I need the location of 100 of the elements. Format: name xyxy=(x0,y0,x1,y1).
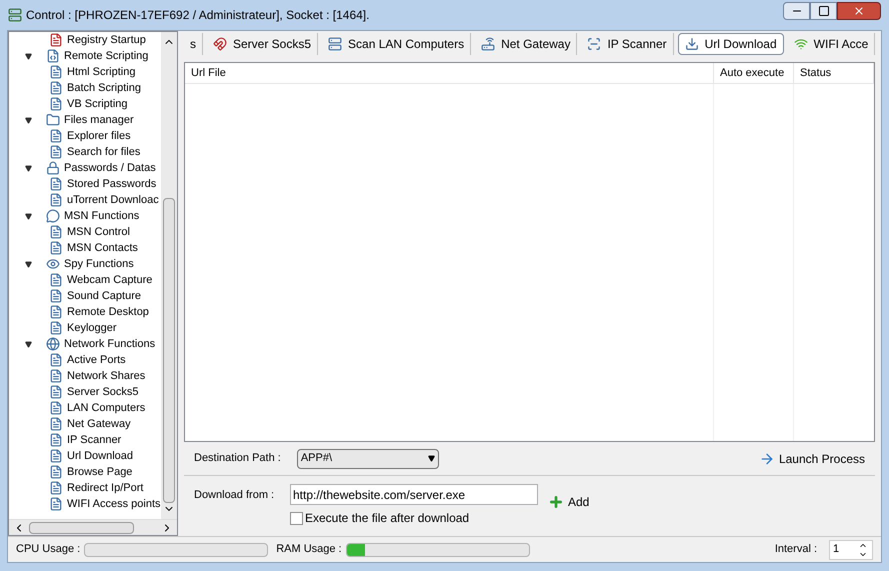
router-icon xyxy=(481,37,496,51)
tree-item[interactable]: Explorer files xyxy=(67,128,131,144)
tab[interactable]: WIFI Acce xyxy=(788,33,875,55)
tree-item[interactable]: Sound Capture xyxy=(67,288,141,304)
document-icon xyxy=(49,225,63,239)
tree-item[interactable]: LAN Computers xyxy=(67,400,146,416)
checkbox-label[interactable]: Execute the file after download xyxy=(305,509,470,527)
document-icon xyxy=(49,129,63,143)
launch-button[interactable]: Launch Process xyxy=(758,450,865,468)
plus-icon xyxy=(548,494,564,510)
tree-group[interactable]: Passwords / Datas xyxy=(64,160,156,176)
tree-item[interactable]: Batch Scripting xyxy=(67,80,141,96)
tree-item[interactable]: VB Scripting xyxy=(67,96,128,112)
document-icon xyxy=(49,241,63,255)
close-button[interactable] xyxy=(837,2,881,20)
tab[interactable]: IP Scanner xyxy=(581,33,674,55)
document-icon xyxy=(49,385,63,399)
tree-item[interactable]: Url Download xyxy=(67,448,134,464)
document-icon xyxy=(49,497,63,511)
tree-item[interactable]: Search for files xyxy=(67,144,140,160)
tree-group[interactable]: Network Functions xyxy=(64,336,156,352)
document-icon xyxy=(49,433,63,447)
expanded-arrow-icon[interactable] xyxy=(25,164,32,172)
interval-spinner[interactable]: 1 xyxy=(829,540,873,560)
column-header[interactable]: Status xyxy=(794,63,874,83)
tree-item[interactable]: Registry Startup xyxy=(67,32,146,48)
expanded-arrow-icon[interactable] xyxy=(25,116,32,124)
column-header[interactable]: Auto execute xyxy=(714,63,794,83)
tab[interactable]: Url Download xyxy=(678,33,784,55)
server-icon xyxy=(8,8,22,22)
tree-group[interactable]: Files manager xyxy=(64,112,134,128)
destination-label: Destination Path : xyxy=(194,451,281,466)
tree-item[interactable]: Remote Desktop xyxy=(67,304,149,320)
tree-item[interactable]: Keylogger xyxy=(67,320,117,336)
add-button[interactable]: Add xyxy=(548,492,590,512)
expanded-arrow-icon[interactable] xyxy=(25,260,32,268)
script-icon xyxy=(46,49,60,63)
download-icon xyxy=(684,37,699,51)
ram-label: RAM Usage : xyxy=(276,542,342,558)
destination-dropdown[interactable]: APP#\ xyxy=(296,448,439,468)
tab[interactable]: Server Socks5 xyxy=(207,33,318,55)
document-icon xyxy=(49,145,63,159)
tree-item[interactable]: Html Scripting xyxy=(67,64,136,80)
wifi-icon xyxy=(794,37,808,51)
scanner-icon xyxy=(587,37,602,51)
document-icon xyxy=(49,65,63,79)
vertical-scrollbar[interactable] xyxy=(161,32,177,519)
document-icon xyxy=(49,401,63,415)
interval-label: Interval : xyxy=(774,542,817,558)
maximize-button[interactable] xyxy=(810,2,837,20)
magnet-icon xyxy=(213,37,227,51)
tree-item[interactable]: Webcam Capture xyxy=(67,272,152,288)
window-title: Control : [PHROZEN-17EF692 / Administrateur], Socket : [1464]. xyxy=(26,7,370,24)
document-icon xyxy=(49,481,63,495)
horizontal-scrollbar[interactable] xyxy=(9,519,177,535)
document-icon xyxy=(49,81,63,95)
arrow-icon xyxy=(758,450,775,466)
checkbox[interactable] xyxy=(290,512,303,524)
close-icon xyxy=(853,5,865,17)
tree-item[interactable]: uTorrent Downloac xyxy=(67,192,159,208)
url-input-field[interactable]: http://thewebsite.com/server.exe xyxy=(290,484,538,505)
document-icon xyxy=(49,417,63,431)
padlock-icon xyxy=(46,161,60,175)
document-icon xyxy=(49,353,63,367)
tree-item[interactable]: MSN Contacts xyxy=(67,240,138,256)
tree-item[interactable]: MSN Control xyxy=(67,224,130,240)
expanded-arrow-icon[interactable] xyxy=(25,52,32,60)
tree-item[interactable]: WIFI Access points xyxy=(67,496,161,512)
expanded-arrow-icon[interactable] xyxy=(25,340,32,348)
tree-item[interactable]: Server Socks5 xyxy=(67,384,139,400)
download-label: Download from : xyxy=(194,488,276,503)
tree-group[interactable]: Remote Scripting xyxy=(64,48,148,64)
tree-item[interactable]: Browse Page xyxy=(67,464,132,480)
document-icon xyxy=(49,97,63,111)
cpu-label: CPU Usage : xyxy=(16,542,80,558)
tree-item[interactable]: Redirect Ip/Port xyxy=(67,480,144,496)
document-icon xyxy=(49,289,63,303)
document-icon xyxy=(49,273,63,287)
document-icon xyxy=(49,305,63,319)
expanded-arrow-icon[interactable] xyxy=(25,212,32,220)
maximize-icon xyxy=(818,5,830,17)
document-icon xyxy=(49,449,63,463)
dropdown-arrow-icon xyxy=(428,455,435,462)
tree-item[interactable]: Net Gateway xyxy=(67,416,131,432)
tree-item[interactable]: Active Ports xyxy=(67,352,126,368)
tree-group[interactable]: MSN Functions xyxy=(64,208,140,224)
document-icon xyxy=(49,193,63,207)
tab[interactable]: s xyxy=(184,33,203,55)
globe-icon xyxy=(46,337,60,351)
tree-item[interactable]: Stored Passwords xyxy=(67,176,156,192)
document-icon xyxy=(49,321,63,335)
tab[interactable]: Net Gateway xyxy=(475,33,578,55)
tree-item[interactable]: IP Scanner xyxy=(67,432,122,448)
column-header[interactable]: Url File xyxy=(185,63,714,83)
document-icon xyxy=(49,465,63,479)
server-icon xyxy=(328,37,342,51)
tab[interactable]: Scan LAN Computers xyxy=(322,33,472,55)
tree-group[interactable]: Spy Functions xyxy=(64,256,134,272)
tree-item[interactable]: Network Shares xyxy=(67,368,146,384)
document-icon xyxy=(49,177,63,191)
